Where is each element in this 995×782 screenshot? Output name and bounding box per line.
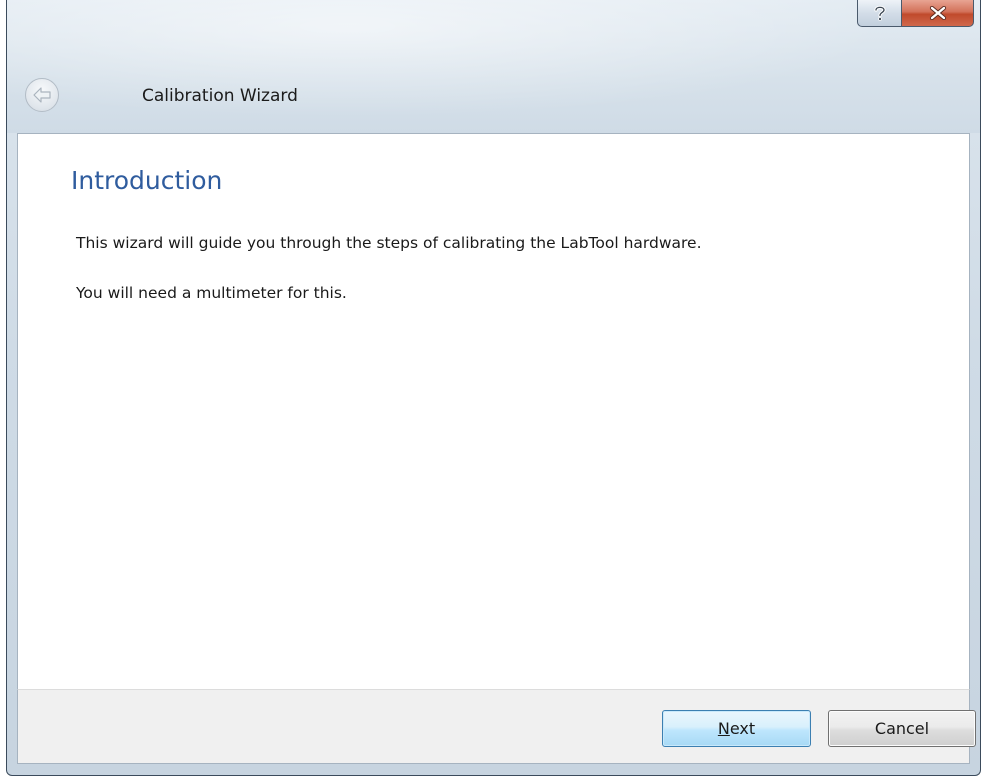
wizard-title: Calibration Wizard <box>142 86 298 106</box>
wizard-window: Calibration Wizard Introduction This wiz… <box>6 0 981 776</box>
help-question-icon <box>873 5 886 21</box>
requirement-paragraph: You will need a multimeter for this. <box>76 284 347 302</box>
next-button-label: ext <box>729 719 756 738</box>
next-button[interactable]: Next <box>662 710 811 747</box>
back-arrow-icon <box>33 87 51 103</box>
cancel-button[interactable]: Cancel <box>828 710 976 747</box>
close-button[interactable] <box>901 0 974 27</box>
caption-buttons <box>857 0 974 29</box>
page-title: Introduction <box>71 166 223 195</box>
help-button[interactable] <box>857 0 901 27</box>
intro-paragraph: This wizard will guide you through the s… <box>76 234 702 252</box>
title-bar: Calibration Wizard <box>7 0 980 133</box>
button-bar: Next Cancel <box>17 689 976 764</box>
wizard-content-panel: Introduction This wizard will guide you … <box>17 133 970 689</box>
next-button-accelerator: N <box>717 719 730 738</box>
back-button[interactable] <box>25 78 59 112</box>
close-x-icon <box>929 6 946 20</box>
